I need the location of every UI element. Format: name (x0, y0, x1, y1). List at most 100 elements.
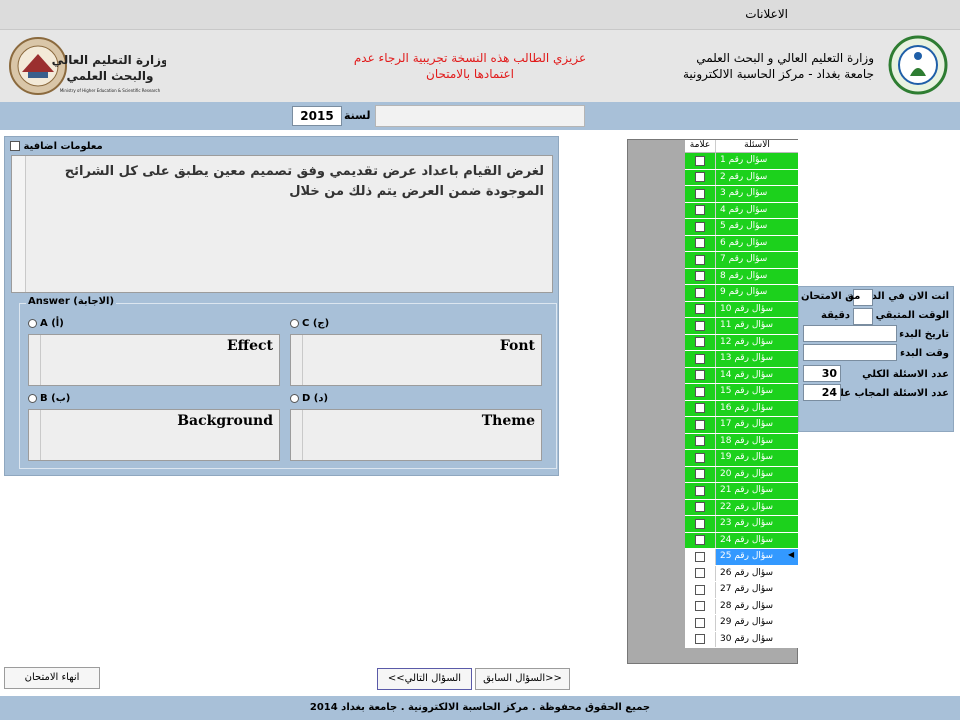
question-label[interactable]: سؤال رقم 19 (716, 450, 798, 466)
mark-checkbox[interactable] (695, 568, 705, 579)
mark-checkbox[interactable] (695, 304, 705, 315)
question-row[interactable]: سؤال رقم 22 (685, 499, 798, 516)
mark-cell[interactable] (685, 400, 716, 416)
question-row[interactable]: سؤال رقم 4 (685, 202, 798, 219)
question-row[interactable]: سؤال رقم 28 (685, 598, 798, 615)
mark-cell[interactable] (685, 516, 716, 532)
option-a-radio[interactable]: A (أ) (28, 318, 64, 329)
mark-cell[interactable] (685, 483, 716, 499)
question-grid[interactable]: علامة الاسئلة سؤال رقم 1 سؤال رقم 2 سؤال ر… (685, 140, 798, 663)
mark-checkbox[interactable] (695, 188, 705, 199)
question-row[interactable]: سؤال رقم 7 (685, 252, 798, 269)
question-label[interactable]: سؤال رقم 5 (716, 219, 798, 235)
mark-cell[interactable] (685, 301, 716, 317)
question-label[interactable]: سؤال رقم 13 (716, 351, 798, 367)
question-row[interactable]: سؤال رقم 18 (685, 433, 798, 450)
mark-checkbox[interactable] (695, 617, 705, 628)
option-d-scrollbar[interactable] (291, 410, 303, 460)
question-row[interactable]: سؤال رقم 19 (685, 450, 798, 467)
question-row[interactable]: سؤال رقم 21 (685, 483, 798, 500)
radio-a-icon[interactable] (28, 318, 37, 328)
mark-checkbox[interactable] (695, 551, 705, 562)
question-label[interactable]: سؤال رقم 16 (716, 400, 798, 417)
mark-cell[interactable] (685, 417, 716, 433)
mark-checkbox[interactable] (695, 518, 705, 529)
question-text-box[interactable]: لغرض القيام باعداد عرض تقديمي وفق تصميم … (11, 155, 553, 293)
radio-d-icon[interactable] (290, 393, 299, 403)
mark-checkbox[interactable] (695, 419, 705, 430)
mark-checkbox[interactable] (695, 584, 705, 595)
question-label[interactable]: سؤال رقم 4 (716, 202, 798, 219)
question-label[interactable]: سؤال رقم 12 (716, 334, 798, 351)
question-label[interactable]: سؤال رقم 9 (716, 285, 798, 301)
question-row[interactable]: سؤال رقم 17 (685, 417, 798, 434)
question-scrollbar[interactable] (12, 156, 26, 292)
question-label[interactable]: سؤال رقم 26 (716, 565, 798, 581)
question-label[interactable]: سؤال رقم 30 (716, 631, 798, 647)
mark-checkbox[interactable] (695, 155, 705, 166)
mark-cell[interactable] (685, 565, 716, 581)
mark-cell[interactable] (685, 169, 716, 185)
question-row[interactable]: سؤال رقم 12 (685, 334, 798, 351)
question-row[interactable]: سؤال رقم 13 (685, 351, 798, 368)
question-label[interactable]: سؤال رقم 25 (716, 549, 798, 565)
question-row[interactable]: سؤال رقم 26 (685, 565, 798, 582)
question-label[interactable]: سؤال رقم 18 (716, 433, 798, 450)
question-label[interactable]: سؤال رقم 6 (716, 235, 798, 252)
mark-checkbox[interactable] (695, 353, 705, 364)
question-row[interactable]: سؤال رقم 11 (685, 318, 798, 335)
additional-info-toggle[interactable]: معلومات اضافية (10, 141, 103, 152)
additional-info-checkbox[interactable] (10, 141, 20, 151)
mark-cell[interactable] (685, 433, 716, 449)
mark-cell[interactable] (685, 615, 716, 631)
question-row[interactable]: سؤال رقم 29 (685, 615, 798, 632)
question-row[interactable]: سؤال رقم 15 (685, 384, 798, 401)
mark-checkbox[interactable] (695, 287, 705, 298)
mark-cell[interactable] (685, 384, 716, 400)
question-label[interactable]: سؤال رقم 28 (716, 598, 798, 614)
mark-cell[interactable] (685, 598, 716, 614)
question-row[interactable]: سؤال رقم 24 (685, 532, 798, 549)
option-a-box[interactable]: Effect (28, 334, 280, 386)
question-label[interactable]: سؤال رقم 17 (716, 417, 798, 433)
radio-b-icon[interactable] (28, 393, 37, 403)
mark-cell[interactable] (685, 499, 716, 515)
question-label[interactable]: سؤال رقم 3 (716, 186, 798, 202)
mark-cell[interactable] (685, 186, 716, 202)
mark-checkbox[interactable] (695, 535, 705, 546)
mark-cell[interactable] (685, 153, 716, 169)
mark-checkbox[interactable] (695, 337, 705, 348)
mark-checkbox[interactable] (695, 238, 705, 249)
question-row[interactable]: سؤال رقم 9 (685, 285, 798, 302)
question-label[interactable]: سؤال رقم 20 (716, 466, 798, 483)
question-label[interactable]: سؤال رقم 15 (716, 384, 798, 400)
question-row[interactable]: سؤال رقم 3 (685, 186, 798, 203)
question-label[interactable]: سؤال رقم 23 (716, 516, 798, 532)
mark-cell[interactable] (685, 202, 716, 218)
mark-checkbox[interactable] (695, 403, 705, 414)
option-a-scrollbar[interactable] (29, 335, 41, 385)
student-name-field[interactable] (375, 105, 585, 127)
mark-cell[interactable] (685, 549, 716, 565)
question-label[interactable]: سؤال رقم 11 (716, 318, 798, 334)
question-row[interactable]: سؤال رقم 25 (685, 549, 798, 566)
mark-checkbox[interactable] (695, 221, 705, 232)
mark-cell[interactable] (685, 631, 716, 647)
mark-checkbox[interactable] (695, 254, 705, 265)
mark-cell[interactable] (685, 285, 716, 301)
mark-checkbox[interactable] (695, 436, 705, 447)
end-exam-button[interactable]: انهاء الامتحان (4, 667, 100, 689)
question-row[interactable]: سؤال رقم 8 (685, 268, 798, 285)
mark-cell[interactable] (685, 235, 716, 251)
question-label[interactable]: سؤال رقم 22 (716, 499, 798, 516)
question-row[interactable]: سؤال رقم 20 (685, 466, 798, 483)
mark-cell[interactable] (685, 532, 716, 548)
mark-cell[interactable] (685, 466, 716, 482)
question-row[interactable]: سؤال رقم 5 (685, 219, 798, 236)
mark-checkbox[interactable] (695, 370, 705, 381)
question-label[interactable]: سؤال رقم 24 (716, 532, 798, 549)
mark-checkbox[interactable] (695, 469, 705, 480)
mark-cell[interactable] (685, 367, 716, 383)
question-label[interactable]: سؤال رقم 21 (716, 483, 798, 499)
option-c-radio[interactable]: C (ج) (290, 318, 329, 329)
